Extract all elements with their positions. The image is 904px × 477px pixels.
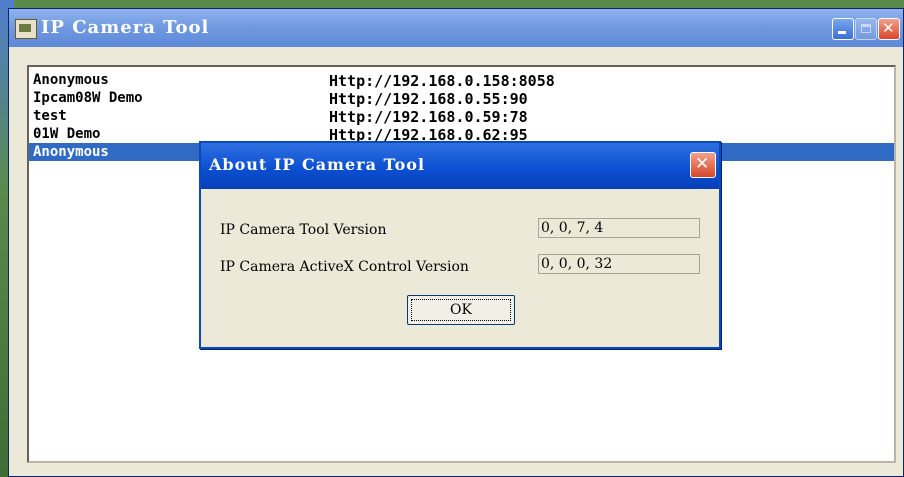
- device-url: Http://192.168.0.59:78: [329, 108, 528, 126]
- device-name: test: [33, 108, 67, 124]
- window-titlebar[interactable]: IP Camera Tool: [9, 9, 903, 47]
- activex-version-value: 0, 0, 0, 32: [538, 254, 700, 274]
- list-item[interactable]: Ipcam08W Demo Http://192.168.0.55:90: [29, 89, 894, 108]
- device-url: Http://192.168.0.158:8058: [329, 72, 555, 90]
- ok-button[interactable]: OK: [407, 295, 515, 325]
- window-title: IP Camera Tool: [41, 17, 210, 38]
- about-dialog: About IP Camera Tool IP Camera Tool Vers…: [199, 141, 721, 349]
- list-item[interactable]: Anonymous Http://192.168.0.158:8058: [29, 71, 894, 90]
- device-url: Http://192.168.0.55:90: [329, 90, 528, 108]
- device-name: Anonymous: [33, 144, 109, 160]
- maximize-button: [855, 18, 877, 40]
- minimize-button[interactable]: [832, 18, 854, 40]
- device-name: 01W Demo: [33, 126, 101, 142]
- app-icon: [15, 19, 37, 39]
- tool-version-value: 0, 0, 7, 4: [538, 218, 700, 238]
- close-button[interactable]: [878, 18, 900, 40]
- dialog-close-button[interactable]: [690, 152, 716, 178]
- list-item[interactable]: test Http://192.168.0.59:78: [29, 107, 894, 126]
- dialog-titlebar[interactable]: About IP Camera Tool: [201, 143, 719, 189]
- tool-version-label: IP Camera Tool Version: [220, 222, 387, 238]
- dialog-title: About IP Camera Tool: [209, 155, 426, 174]
- device-name: Anonymous: [33, 72, 109, 88]
- device-name: Ipcam08W Demo: [33, 90, 143, 106]
- activex-version-label: IP Camera ActiveX Control Version: [220, 259, 469, 275]
